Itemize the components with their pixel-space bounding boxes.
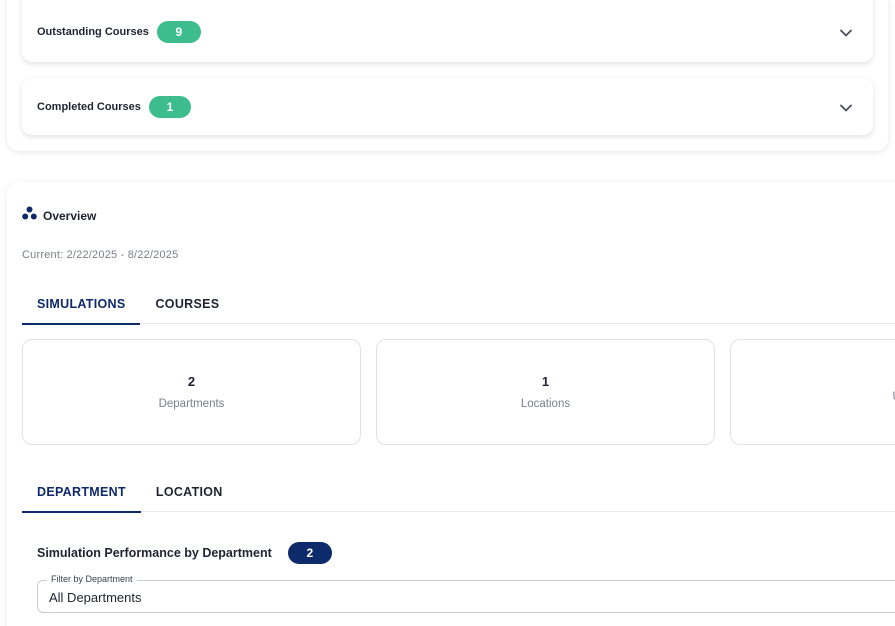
chevron-down-icon[interactable] bbox=[839, 26, 853, 40]
performance-header: Simulation Performance by Department 2 bbox=[37, 542, 332, 564]
locations-stat-value: 1 bbox=[541, 374, 550, 389]
completed-courses-accordion[interactable]: Completed Courses 1 bbox=[22, 78, 873, 135]
tab-department[interactable]: DEPARTMENT bbox=[22, 472, 141, 513]
users-stat-card: Us bbox=[730, 339, 895, 445]
outstanding-courses-label: Outstanding Courses bbox=[37, 26, 149, 38]
tab-location[interactable]: LOCATION bbox=[141, 472, 238, 512]
performance-tabs: DEPARTMENT LOCATION bbox=[22, 472, 895, 513]
departments-stat-card: 2 Departments bbox=[22, 339, 361, 445]
outstanding-courses-count: 9 bbox=[156, 21, 201, 43]
overview-dots-icon bbox=[22, 206, 37, 225]
tab-simulations[interactable]: SIMULATIONS bbox=[22, 284, 141, 325]
locations-stat-card: 1 Locations bbox=[376, 339, 715, 445]
overview-header: Overview bbox=[22, 206, 96, 225]
page: Outstanding Courses 9 Completed Courses … bbox=[0, 0, 895, 626]
chevron-down-icon[interactable] bbox=[839, 101, 853, 115]
filter-legend: Filter by Department bbox=[47, 574, 137, 584]
current-date-range: Current: 2/22/2025 - 8/22/2025 bbox=[22, 249, 179, 261]
department-filter-select[interactable]: Filter by Department All Departments bbox=[37, 574, 895, 613]
overview-card: Overview Current: 2/22/2025 - 8/22/2025 … bbox=[7, 182, 895, 626]
completed-courses-label: Completed Courses bbox=[37, 100, 141, 113]
performance-title: Simulation Performance by Department bbox=[37, 546, 272, 560]
tab-courses[interactable]: COURSES bbox=[140, 284, 234, 324]
performance-count-badge: 2 bbox=[287, 542, 332, 564]
overview-tabs: SIMULATIONS COURSES bbox=[22, 284, 895, 325]
overview-title: Overview bbox=[43, 208, 97, 223]
courses-panel: Outstanding Courses 9 Completed Courses … bbox=[7, 0, 888, 151]
outstanding-courses-accordion[interactable]: Outstanding Courses 9 bbox=[22, 0, 873, 62]
departments-stat-value: 2 bbox=[187, 374, 196, 389]
completed-courses-count: 1 bbox=[148, 95, 191, 118]
locations-stat-label: Locations bbox=[520, 398, 571, 410]
filter-selected-value: All Departments bbox=[49, 590, 142, 605]
departments-stat-label: Departments bbox=[158, 398, 225, 410]
